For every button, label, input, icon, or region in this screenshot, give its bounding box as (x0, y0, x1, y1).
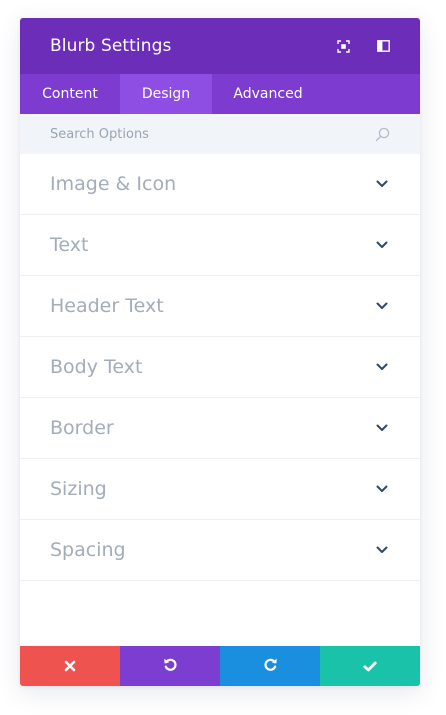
section-sizing[interactable]: Sizing (20, 459, 420, 520)
panel-header: Blurb Settings (20, 18, 420, 74)
section-label: Image & Icon (50, 173, 177, 195)
chevron-down-icon (376, 178, 388, 190)
chevron-down-icon (376, 361, 388, 373)
chevron-down-icon (376, 239, 388, 251)
search-input[interactable] (50, 126, 374, 142)
search-icon[interactable] (374, 126, 390, 142)
undo-icon (163, 657, 178, 676)
section-label: Text (50, 234, 89, 256)
section-label: Body Text (50, 356, 143, 378)
action-footer (20, 646, 420, 686)
section-border[interactable]: Border (20, 398, 420, 459)
tab-design[interactable]: Design (120, 74, 212, 114)
header-icons (336, 39, 390, 53)
section-spacing[interactable]: Spacing (20, 520, 420, 581)
sidebar-icon[interactable] (376, 39, 390, 53)
search-bar (20, 114, 420, 154)
chevron-down-icon (376, 483, 388, 495)
redo-icon (263, 657, 278, 676)
section-body-text[interactable]: Body Text (20, 337, 420, 398)
tab-advanced[interactable]: Advanced (212, 74, 324, 114)
save-button[interactable] (320, 646, 420, 686)
tab-bar: Content Design Advanced (20, 74, 420, 114)
redo-button[interactable] (220, 646, 320, 686)
blurb-settings-panel: Blurb Settings Content Design Advanced S… (20, 18, 420, 686)
expand-icon[interactable] (336, 39, 350, 53)
section-image-icon[interactable]: Image & Icon (20, 154, 420, 215)
chevron-down-icon (376, 422, 388, 434)
section-label: Spacing (50, 539, 126, 561)
section-label: Header Text (50, 295, 164, 317)
panel-title: Blurb Settings (50, 36, 172, 56)
settings-sections: Image & Icon Text Header Text Body Text … (20, 154, 420, 581)
close-icon (64, 657, 76, 676)
section-header-text[interactable]: Header Text (20, 276, 420, 337)
chevron-down-icon (376, 300, 388, 312)
tab-content[interactable]: Content (20, 74, 120, 114)
check-icon (363, 657, 377, 676)
section-label: Sizing (50, 478, 107, 500)
undo-button[interactable] (120, 646, 220, 686)
section-label: Border (50, 417, 114, 439)
cancel-button[interactable] (20, 646, 120, 686)
section-text[interactable]: Text (20, 215, 420, 276)
chevron-down-icon (376, 544, 388, 556)
